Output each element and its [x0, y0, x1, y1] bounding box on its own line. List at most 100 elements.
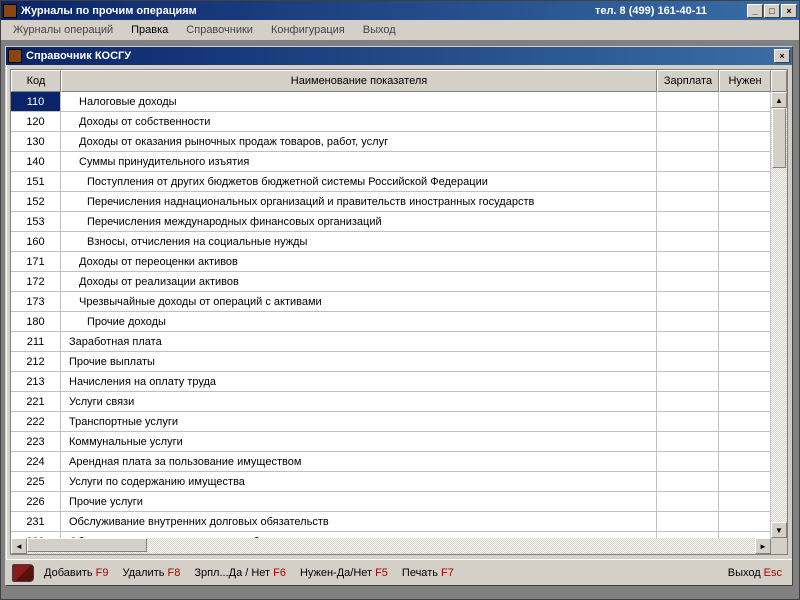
cell-salary	[657, 512, 719, 531]
table-row[interactable]: 160Взносы, отчисления на социальные нужд…	[11, 232, 771, 252]
cell-need	[719, 112, 771, 131]
table-row[interactable]: 211Заработная плата	[11, 332, 771, 352]
vscroll-track[interactable]	[771, 108, 787, 522]
add-button[interactable]: Добавить F9	[40, 565, 112, 581]
scroll-corner	[771, 538, 787, 554]
table-row[interactable]: 231Обслуживание внутренних долговых обяз…	[11, 512, 771, 532]
mdi-client-area: Справочник КОСГУ × Код Наименование пока…	[1, 40, 799, 599]
table-row[interactable]: 224Арендная плата за пользование имущест…	[11, 452, 771, 472]
maximize-button[interactable]: □	[764, 4, 780, 18]
cell-salary	[657, 452, 719, 471]
table-row[interactable]: 130Доходы от оказания рыночных продаж то…	[11, 132, 771, 152]
header-code[interactable]: Код	[11, 70, 61, 92]
table-row[interactable]: 151Поступления от других бюджетов бюджет…	[11, 172, 771, 192]
table-row[interactable]: 153Перечисления международных финансовых…	[11, 212, 771, 232]
cell-code: 225	[11, 472, 61, 491]
cell-name: Перечисления наднациональных организаций…	[61, 192, 657, 211]
cell-name: Начисления на оплату труда	[61, 372, 657, 391]
delete-button[interactable]: Удалить F8	[118, 565, 184, 581]
menu-edit[interactable]: Правка	[123, 22, 176, 38]
cell-salary	[657, 252, 719, 271]
table-row[interactable]: 213Начисления на оплату труда	[11, 372, 771, 392]
cell-code: 152	[11, 192, 61, 211]
main-title: Журналы по прочим операциям	[21, 5, 197, 17]
need-toggle-button[interactable]: Нужен-Да/Нет F5	[296, 565, 392, 581]
cell-need	[719, 212, 771, 231]
cell-need	[719, 432, 771, 451]
cell-name: Перечисления международных финансовых ор…	[61, 212, 657, 231]
menu-exit[interactable]: Выход	[355, 22, 404, 38]
cell-name: Коммунальные услуги	[61, 432, 657, 451]
header-need[interactable]: Нужен	[719, 70, 771, 92]
minimize-button[interactable]: _	[747, 4, 763, 18]
need-key: F5	[375, 567, 388, 579]
cell-need	[719, 332, 771, 351]
hscroll-track[interactable]	[27, 538, 755, 554]
print-key: F7	[441, 567, 454, 579]
cell-need	[719, 352, 771, 371]
table-row[interactable]: 212Прочие выплаты	[11, 352, 771, 372]
exit-button[interactable]: Выход Esc	[724, 565, 786, 581]
table-row[interactable]: 171Доходы от переоценки активов	[11, 252, 771, 272]
table-row[interactable]: 225Услуги по содержанию имущества	[11, 472, 771, 492]
scroll-right-icon[interactable]: ►	[755, 538, 771, 554]
hscroll-thumb[interactable]	[27, 538, 147, 552]
table-row[interactable]: 140Суммы принудительного изъятия	[11, 152, 771, 172]
vertical-scrollbar[interactable]: ▲ ▼	[771, 92, 787, 538]
cell-code: 151	[11, 172, 61, 191]
table-row[interactable]: 222Транспортные услуги	[11, 412, 771, 432]
table-row[interactable]: 226Прочие услуги	[11, 492, 771, 512]
add-label: Добавить	[44, 567, 93, 579]
menu-references[interactable]: Справочники	[178, 22, 261, 38]
table-row[interactable]: 173Чрезвычайные доходы от операций с акт…	[11, 292, 771, 312]
cell-need	[719, 232, 771, 251]
menu-journals[interactable]: Журналы операций	[5, 22, 121, 38]
cell-salary	[657, 352, 719, 371]
cell-need	[719, 252, 771, 271]
grid-header: Код Наименование показателя Зарплата Нуж…	[11, 70, 787, 92]
cell-salary	[657, 332, 719, 351]
cell-name: Суммы принудительного изъятия	[61, 152, 657, 171]
cell-salary	[657, 92, 719, 111]
child-window: Справочник КОСГУ × Код Наименование пока…	[5, 46, 793, 586]
table-row[interactable]: 221Услуги связи	[11, 392, 771, 412]
cell-salary	[657, 232, 719, 251]
scroll-down-icon[interactable]: ▼	[771, 522, 787, 538]
salary-toggle-button[interactable]: Зрпл...Да / Нет F6	[190, 565, 290, 581]
book-icon[interactable]	[12, 564, 34, 582]
print-button[interactable]: Печать F7	[398, 565, 458, 581]
cell-salary	[657, 172, 719, 191]
add-key: F9	[96, 567, 109, 579]
salary-key: F6	[273, 567, 286, 579]
bottom-toolbar: Добавить F9 Удалить F8 Зрпл...Да / Нет F…	[6, 559, 792, 585]
cell-name: Услуги связи	[61, 392, 657, 411]
menu-config[interactable]: Конфигурация	[263, 22, 353, 38]
horizontal-scrollbar[interactable]: ◄ ►	[11, 538, 771, 554]
close-button[interactable]: ×	[781, 4, 797, 18]
cell-salary	[657, 212, 719, 231]
table-row[interactable]: 223Коммунальные услуги	[11, 432, 771, 452]
table-row[interactable]: 120Доходы от собственности	[11, 112, 771, 132]
cell-need	[719, 152, 771, 171]
header-salary[interactable]: Зарплата	[657, 70, 719, 92]
cell-salary	[657, 492, 719, 511]
table-row[interactable]: 152Перечисления наднациональных организа…	[11, 192, 771, 212]
cell-salary	[657, 472, 719, 491]
main-window: Журналы по прочим операциям тел. 8 (499)…	[0, 0, 800, 600]
vscroll-thumb[interactable]	[772, 108, 786, 168]
print-label: Печать	[402, 567, 438, 579]
cell-code: 130	[11, 132, 61, 151]
need-label: Нужен-Да/Нет	[300, 567, 372, 579]
table-row[interactable]: 110Налоговые доходы	[11, 92, 771, 112]
menubar: Журналы операций Правка Справочники Конф…	[1, 20, 799, 40]
cell-code: 180	[11, 312, 61, 331]
grid-body: 110Налоговые доходы120Доходы от собствен…	[11, 92, 787, 554]
table-row[interactable]: 172Доходы от реализации активов	[11, 272, 771, 292]
scroll-left-icon[interactable]: ◄	[11, 538, 27, 554]
cell-need	[719, 312, 771, 331]
cell-name: Обслуживание внутренних долговых обязате…	[61, 512, 657, 531]
header-name[interactable]: Наименование показателя	[61, 70, 657, 92]
child-close-button[interactable]: ×	[774, 49, 790, 63]
table-row[interactable]: 180Прочие доходы	[11, 312, 771, 332]
scroll-up-icon[interactable]: ▲	[771, 92, 787, 108]
